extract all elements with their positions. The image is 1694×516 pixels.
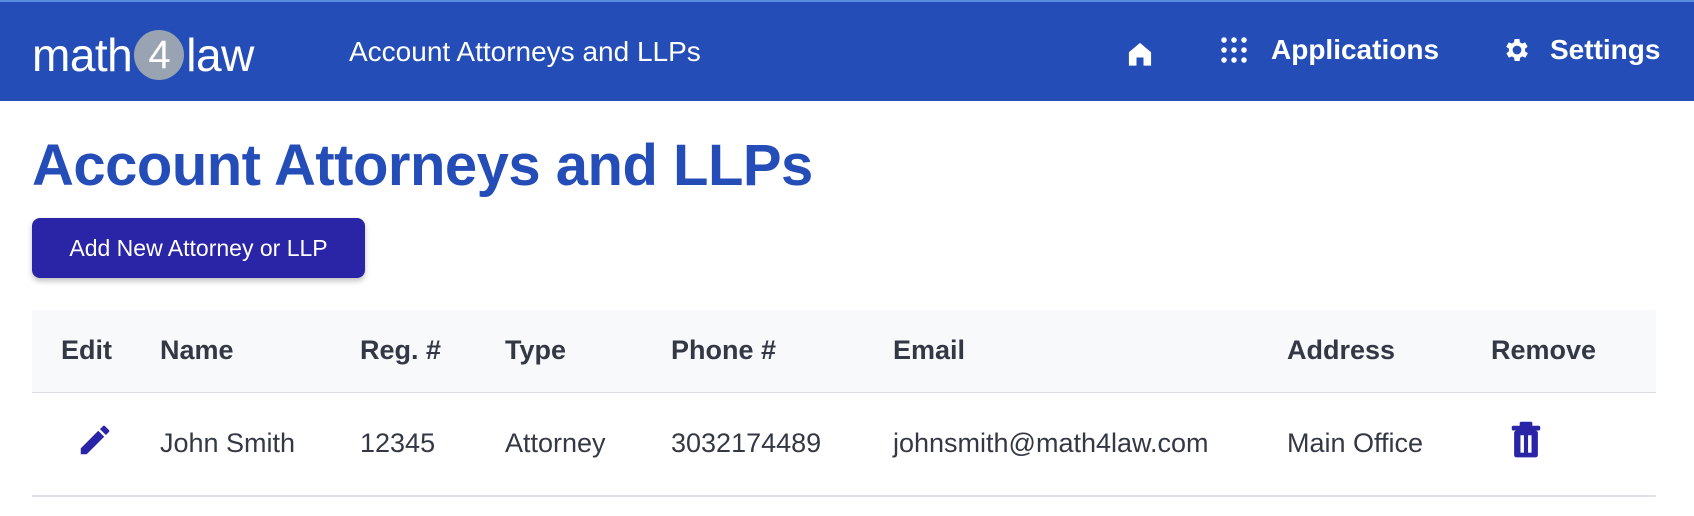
top-navbar: math 4 law Account Attorneys and LLPs Ap… xyxy=(0,0,1694,101)
cell-reg: 12345 xyxy=(360,428,436,459)
home-icon xyxy=(1128,42,1152,66)
header-edit: Edit xyxy=(61,335,112,366)
remove-cell xyxy=(1491,392,1656,496)
header-phone: Phone # xyxy=(671,335,777,366)
table-header-row: Edit Name Reg. # Type Phone # Email Addr… xyxy=(32,310,1656,392)
grid-dots-icon xyxy=(1221,37,1247,63)
table-row: John Smith 12345 Attorney 3032174489 joh… xyxy=(32,392,1656,496)
home-button[interactable] xyxy=(1126,40,1154,68)
gear-icon xyxy=(1506,39,1528,61)
logo-number-badge: 4 xyxy=(134,30,185,80)
header-name: Name xyxy=(160,335,234,366)
math4law-logo[interactable]: math 4 law xyxy=(32,29,254,81)
navbar-page-title: Account Attorneys and LLPs xyxy=(349,36,701,67)
pencil-icon[interactable] xyxy=(76,421,114,466)
header-type: Type xyxy=(505,335,567,366)
page-title: Account Attorneys and LLPs xyxy=(32,133,813,198)
header-remove: Remove xyxy=(1491,335,1597,366)
cell-type: Attorney xyxy=(505,428,606,459)
trash-icon[interactable] xyxy=(1509,421,1543,466)
header-email: Email xyxy=(893,335,966,366)
cell-address: Main Office xyxy=(1287,428,1424,459)
cell-email: johnsmith@math4law.com xyxy=(893,428,1209,459)
attorneys-table: Edit Name Reg. # Type Phone # Email Addr… xyxy=(32,310,1656,497)
edit-cell xyxy=(32,392,160,496)
logo-text-law: law xyxy=(186,29,254,81)
cell-name: John Smith xyxy=(160,428,296,459)
applications-label: Applications xyxy=(1271,34,1440,65)
settings-label: Settings xyxy=(1550,34,1661,65)
header-reg: Reg. # xyxy=(360,335,442,366)
logo-text-math: math xyxy=(32,29,133,81)
add-attorney-button[interactable]: Add New Attorney or LLP xyxy=(32,218,365,278)
applications-menu[interactable]: Applications xyxy=(1219,34,1439,66)
cell-phone: 3032174489 xyxy=(671,428,822,459)
header-address: Address xyxy=(1287,335,1396,366)
settings-menu[interactable]: Settings xyxy=(1502,34,1660,66)
